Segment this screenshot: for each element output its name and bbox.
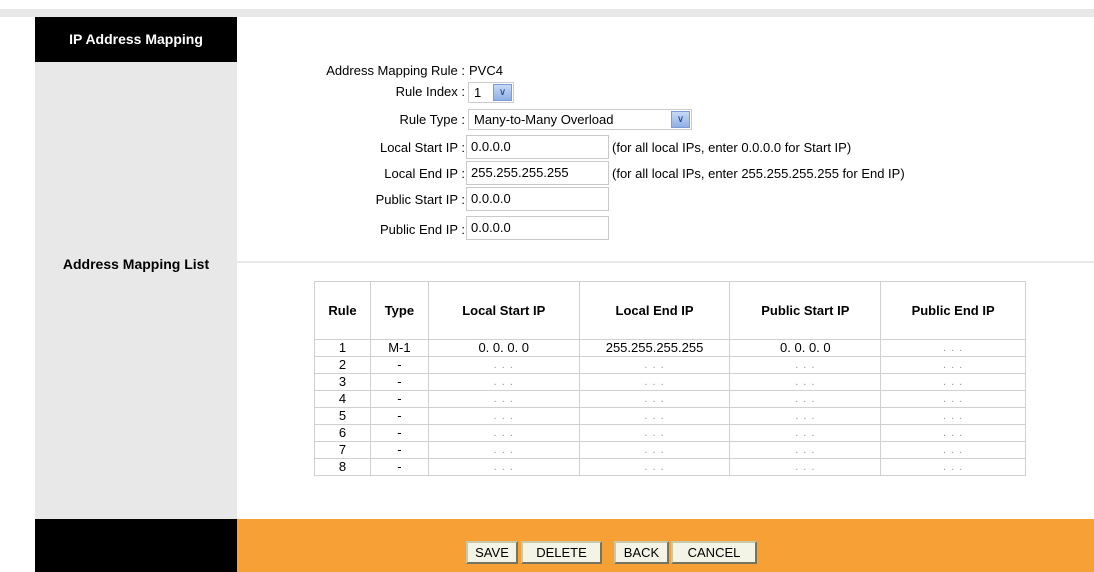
public-end-ip-label: Public End IP : <box>379 222 465 237</box>
table-cell: 8 <box>314 458 371 476</box>
section-title-ip-address-mapping: IP Address Mapping <box>69 31 203 47</box>
rule-type-value: Many-to-Many Overload <box>474 112 614 127</box>
table-cell: . . . <box>427 458 580 476</box>
table-cell: . . . <box>729 373 882 391</box>
table-cell: . . . <box>578 356 731 374</box>
table-cell: - <box>369 424 429 442</box>
table-cell: . . . <box>427 424 580 442</box>
table-cell: 1 <box>314 339 371 357</box>
table-cell: . . . <box>880 441 1026 459</box>
table-cell: . . . <box>729 458 882 476</box>
table-cell: . . . <box>578 407 731 425</box>
col-header-local-end-ip: Local End IP <box>578 281 731 340</box>
table-cell: . . . <box>427 356 580 374</box>
table-cell: . . . <box>880 373 1026 391</box>
delete-button[interactable]: DELETE <box>521 541 602 564</box>
table-cell: . . . <box>427 390 580 408</box>
table-cell: . . . <box>427 373 580 391</box>
table-cell: . . . <box>729 356 882 374</box>
table-cell: 4 <box>314 390 371 408</box>
table-cell: 7 <box>314 441 371 459</box>
table-row: 8 - . . . . . . . . . . . . <box>314 458 1026 476</box>
chevron-down-icon[interactable]: ∨ <box>493 84 512 101</box>
table-cell: . . . <box>880 339 1026 357</box>
table-cell: . . . <box>729 390 882 408</box>
table-cell: . . . <box>578 390 731 408</box>
save-button[interactable]: SAVE <box>466 541 518 564</box>
col-header-public-end-ip: Public End IP <box>880 281 1026 340</box>
table-cell: 0. 0. 0. 0 <box>729 339 882 357</box>
local-start-ip-label: Local Start IP : <box>379 140 465 155</box>
col-header-local-start-ip: Local Start IP <box>427 281 580 340</box>
table-cell: . . . <box>729 424 882 442</box>
back-button[interactable]: BACK <box>614 541 669 564</box>
table-cell: . . . <box>578 458 731 476</box>
rule-index-value: 1 <box>474 85 482 100</box>
col-header-rule: Rule <box>314 281 371 340</box>
local-end-ip-hint: (for all local IPs, enter 255.255.255.25… <box>612 166 905 181</box>
table-cell: M-1 <box>369 339 429 357</box>
table-cell: 3 <box>314 373 371 391</box>
mapping-rule-label: Address Mapping Rule : <box>326 63 465 78</box>
address-mapping-table: Rule Type Local Start IP Local End IP Pu… <box>314 281 1026 476</box>
table-cell: . . . <box>578 424 731 442</box>
col-header-type: Type <box>369 281 429 340</box>
table-cell: . . . <box>880 424 1026 442</box>
table-cell: 5 <box>314 407 371 425</box>
table-row: 5 - . . . . . . . . . . . . <box>314 407 1026 425</box>
table-cell: . . . <box>880 407 1026 425</box>
table-cell: 255.255.255.255 <box>578 339 731 357</box>
public-start-ip-input[interactable]: 0.0.0.0 <box>466 187 609 211</box>
table-cell: . . . <box>880 390 1026 408</box>
footer-left <box>35 519 237 572</box>
local-start-ip-input[interactable]: 0.0.0.0 <box>466 135 609 159</box>
rule-type-select[interactable]: Many-to-Many Overload ∨ <box>468 109 692 130</box>
col-header-public-start-ip: Public Start IP <box>729 281 882 340</box>
table-cell: . . . <box>578 441 731 459</box>
table-row: 7 - . . . . . . . . . . . . <box>314 441 1026 459</box>
table-cell: 0. 0. 0. 0 <box>427 339 580 357</box>
section-title-address-mapping-list: Address Mapping List <box>62 256 210 272</box>
local-end-ip-input[interactable]: 255.255.255.255 <box>466 161 609 185</box>
table-cell: . . . <box>427 407 580 425</box>
table-cell: . . . <box>578 373 731 391</box>
chevron-down-icon[interactable]: ∨ <box>671 111 690 128</box>
table-cell: - <box>369 407 429 425</box>
rule-index-label: Rule Index : <box>395 84 465 99</box>
table-cell: . . . <box>729 441 882 459</box>
mapping-rule-value: PVC4 <box>469 63 503 78</box>
table-cell: . . . <box>427 441 580 459</box>
table-cell: 6 <box>314 424 371 442</box>
public-end-ip-input[interactable]: 0.0.0.0 <box>466 216 609 240</box>
table-cell: . . . <box>880 356 1026 374</box>
table-row: 4 - . . . . . . . . . . . . <box>314 390 1026 408</box>
table-row: 2 - . . . . . . . . . . . . <box>314 356 1026 374</box>
cancel-button[interactable]: CANCEL <box>671 541 757 564</box>
public-start-ip-label: Public Start IP : <box>375 192 465 207</box>
table-row: 6 - . . . . . . . . . . . . <box>314 424 1026 442</box>
table-cell: . . . <box>729 407 882 425</box>
table-cell: - <box>369 373 429 391</box>
table-cell: - <box>369 390 429 408</box>
table-cell: - <box>369 356 429 374</box>
table-cell: . . . <box>880 458 1026 476</box>
top-strip <box>0 0 1094 17</box>
table-cell: - <box>369 458 429 476</box>
local-start-ip-hint: (for all local IPs, enter 0.0.0.0 for St… <box>612 140 852 155</box>
table-cell: - <box>369 441 429 459</box>
section-divider <box>237 261 1094 263</box>
table-header-row: Rule Type Local Start IP Local End IP Pu… <box>314 281 1026 340</box>
table-row: 3 - . . . . . . . . . . . . <box>314 373 1026 391</box>
rule-type-label: Rule Type : <box>399 112 465 127</box>
local-end-ip-label: Local End IP : <box>384 166 465 181</box>
table-row: 1 M-1 0. 0. 0. 0 255.255.255.255 0. 0. 0… <box>314 339 1026 357</box>
table-cell: 2 <box>314 356 371 374</box>
rule-index-select[interactable]: 1 ∨ <box>468 82 514 103</box>
top-bar <box>0 9 1094 17</box>
